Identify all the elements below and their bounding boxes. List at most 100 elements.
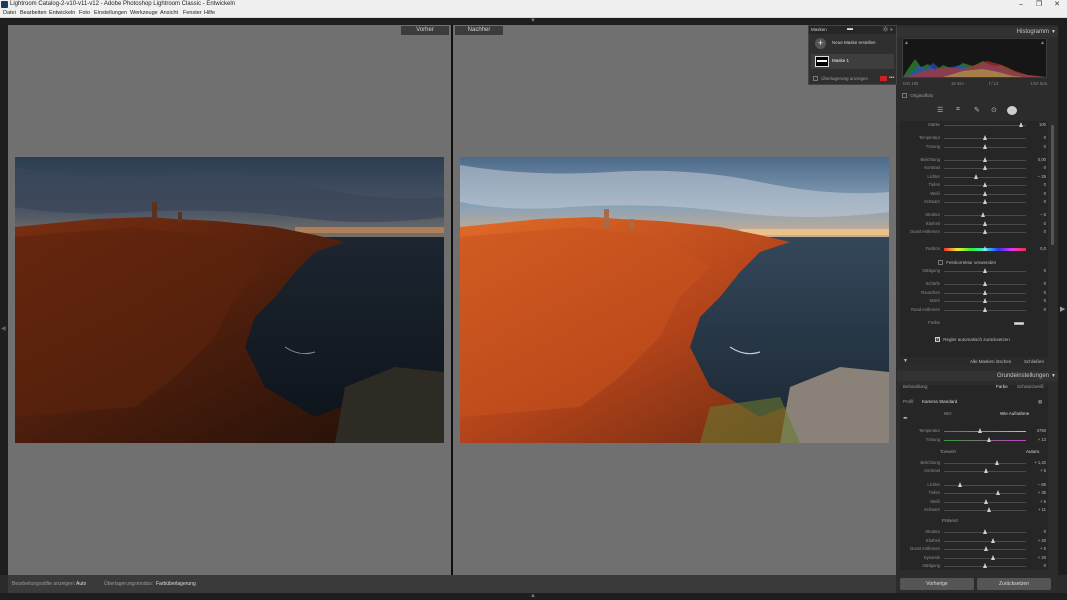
basic-slider-track[interactable] <box>944 431 1026 432</box>
show-pins-select[interactable]: Auto <box>76 575 86 593</box>
maximize-button[interactable]: ❐ <box>1030 0 1048 9</box>
basic-slider-value[interactable]: + 5 <box>1028 498 1046 506</box>
overlay-color-swatch[interactable] <box>880 76 887 81</box>
mask-slider-value[interactable]: 0 <box>1028 134 1046 142</box>
help-icon[interactable]: ⓪ <box>883 26 888 34</box>
left-panel-toggle[interactable]: ◀ <box>0 25 8 575</box>
close-window-button[interactable]: ✕ <box>1048 0 1066 9</box>
basic-slider-thumb[interactable] <box>982 563 987 568</box>
basic-slider-value[interactable]: + 5 <box>1028 545 1046 553</box>
basic-slider-value[interactable]: + 5 <box>1028 467 1046 475</box>
mask-slider-value[interactable]: 0 <box>1028 190 1046 198</box>
overlay-mode-select[interactable]: Farbüberlagerung <box>156 575 196 593</box>
mask-slider-value[interactable]: 0 <box>1028 220 1046 228</box>
mask-slider-thumb[interactable] <box>980 212 985 217</box>
mask-slider-value[interactable]: 0 <box>1028 164 1046 172</box>
basic-slider-thumb[interactable] <box>957 481 962 487</box>
mask-slider-value[interactable]: – 25 <box>1028 173 1046 181</box>
basic-slider-thumb[interactable] <box>986 507 991 512</box>
menu-entwickeln[interactable]: Entwickeln <box>49 9 75 18</box>
mask-slider-value[interactable]: 0 <box>1028 267 1046 275</box>
basic-slider-track[interactable] <box>944 557 1026 559</box>
basic-slider-value[interactable]: – 66 <box>1028 481 1046 489</box>
mask-slider-thumb[interactable] <box>982 246 987 251</box>
histogram[interactable]: ▲ ▲ <box>902 38 1047 78</box>
top-panel-toggle[interactable]: ▼ <box>0 18 1067 25</box>
mask-slider-value[interactable]: 0 <box>1028 306 1046 314</box>
menu-datei[interactable]: Datei <box>3 9 16 18</box>
menu-hilfe[interactable]: Hilfe <box>204 9 215 18</box>
mask-slider-thumb[interactable] <box>974 173 979 179</box>
menu-bearbeiten[interactable]: Bearbeiten <box>20 9 47 18</box>
highlight-clip-icon[interactable]: ▲ <box>1040 40 1045 46</box>
new-mask-row[interactable]: + Neue Maske erstellen <box>811 36 894 51</box>
fine-adjust-row[interactable]: Feinkorrektur verwenden <box>938 259 996 267</box>
crop-icon[interactable]: ⌗ <box>956 106 960 114</box>
mask-slider-value[interactable]: 0 <box>1028 280 1046 288</box>
mask-slider-thumb[interactable] <box>982 156 987 162</box>
treatment-color[interactable]: Farbe <box>996 383 1008 391</box>
menu-ansicht[interactable]: Ansicht <box>160 9 178 18</box>
reset-button[interactable]: Zurücksetzen <box>977 578 1051 590</box>
mask-slider-thumb[interactable] <box>982 135 987 140</box>
mask-slider-thumb[interactable] <box>982 165 987 170</box>
menu-werkzeuge[interactable]: Werkzeuge <box>130 9 158 18</box>
eyedropper-icon[interactable]: ✒ <box>903 415 908 423</box>
edit-sliders-icon[interactable]: ☰ <box>937 106 943 114</box>
mask-slider-thumb[interactable] <box>982 229 987 234</box>
after-photo[interactable] <box>460 157 889 443</box>
basic-slider-thumb[interactable] <box>984 498 989 504</box>
color-swatch[interactable] <box>1014 322 1024 325</box>
masking-icon[interactable] <box>1007 106 1017 115</box>
basic-slider-thumb[interactable] <box>978 428 983 433</box>
menu-foto[interactable]: Foto <box>79 9 90 18</box>
close-panel-icon[interactable]: » <box>890 26 893 34</box>
mask-slider-thumb[interactable] <box>1019 122 1024 127</box>
mask-slider-thumb[interactable] <box>982 220 987 226</box>
treatment-bw[interactable]: Schwarzweiß <box>1017 383 1044 391</box>
basic-slider-track[interactable] <box>944 510 1026 511</box>
red-eye-icon[interactable]: ⊙ <box>991 106 997 114</box>
basic-slider-value[interactable]: + 11 <box>1028 506 1046 514</box>
menu-einstellungen[interactable]: Einstellungen <box>94 9 127 18</box>
mask-1-row[interactable]: Maske 1 <box>811 54 894 69</box>
before-photo[interactable] <box>15 157 444 443</box>
auto-tone-button[interactable]: Autom. <box>1026 448 1040 456</box>
mask-slider-thumb[interactable] <box>982 190 987 196</box>
more-icon[interactable]: ••• <box>889 74 894 83</box>
mask-slider-thumb[interactable] <box>982 298 987 303</box>
basic-slider-track[interactable] <box>944 540 1026 542</box>
basic-slider-value[interactable]: 4750 <box>1028 427 1046 435</box>
heal-brush-icon[interactable]: ✎ <box>974 106 980 114</box>
wb-select[interactable]: Wie Aufnahme <box>1000 410 1029 418</box>
auto-reset-row[interactable]: ✓ Regler automatisch zurücksetzen <box>935 336 1010 344</box>
mask-slider-track[interactable] <box>944 215 1026 216</box>
basic-slider-value[interactable]: + 20 <box>1028 537 1046 545</box>
auto-reset-checkbox[interactable]: ✓ <box>935 337 940 343</box>
basic-header[interactable]: Grundeinstellungen ▼ <box>897 371 1058 381</box>
fine-adjust-checkbox[interactable] <box>938 260 943 266</box>
profile-select[interactable]: Kamera Standard <box>922 398 957 406</box>
mask-slider-value[interactable]: 0 <box>1028 289 1046 297</box>
basic-slider-value[interactable]: + 35 <box>1028 489 1046 497</box>
delete-all-masks-button[interactable]: Alle Masken löschen <box>970 357 1011 366</box>
original-photo-checkbox[interactable] <box>902 93 907 99</box>
minimize-button[interactable]: – <box>1012 0 1030 9</box>
basic-slider-value[interactable]: + 13 <box>1028 436 1046 444</box>
mask-slider-value[interactable]: 0 <box>1028 143 1046 151</box>
panel-scrollbar[interactable] <box>1051 125 1054 245</box>
basic-slider-thumb[interactable] <box>994 459 999 465</box>
basic-slider-thumb[interactable] <box>996 490 1001 495</box>
basic-slider-thumb[interactable] <box>990 537 995 543</box>
bottom-panel-toggle[interactable]: ▲ <box>0 593 1067 600</box>
mask-slider-value[interactable]: 0 <box>1028 297 1046 305</box>
basic-slider-track[interactable] <box>944 462 1026 464</box>
shadow-clip-icon[interactable]: ▲ <box>904 40 909 46</box>
mask-slider-value[interactable]: 0,00 <box>1028 156 1046 164</box>
menu-fenster[interactable]: Fenster <box>183 9 202 18</box>
basic-slider-thumb[interactable] <box>986 436 991 442</box>
basic-slider-value[interactable]: + 20 <box>1028 554 1046 562</box>
mask-slider-value[interactable]: 0 <box>1028 228 1046 236</box>
mask-slider-thumb[interactable] <box>982 143 987 149</box>
basic-slider-value[interactable]: + 1,42 <box>1028 459 1046 467</box>
